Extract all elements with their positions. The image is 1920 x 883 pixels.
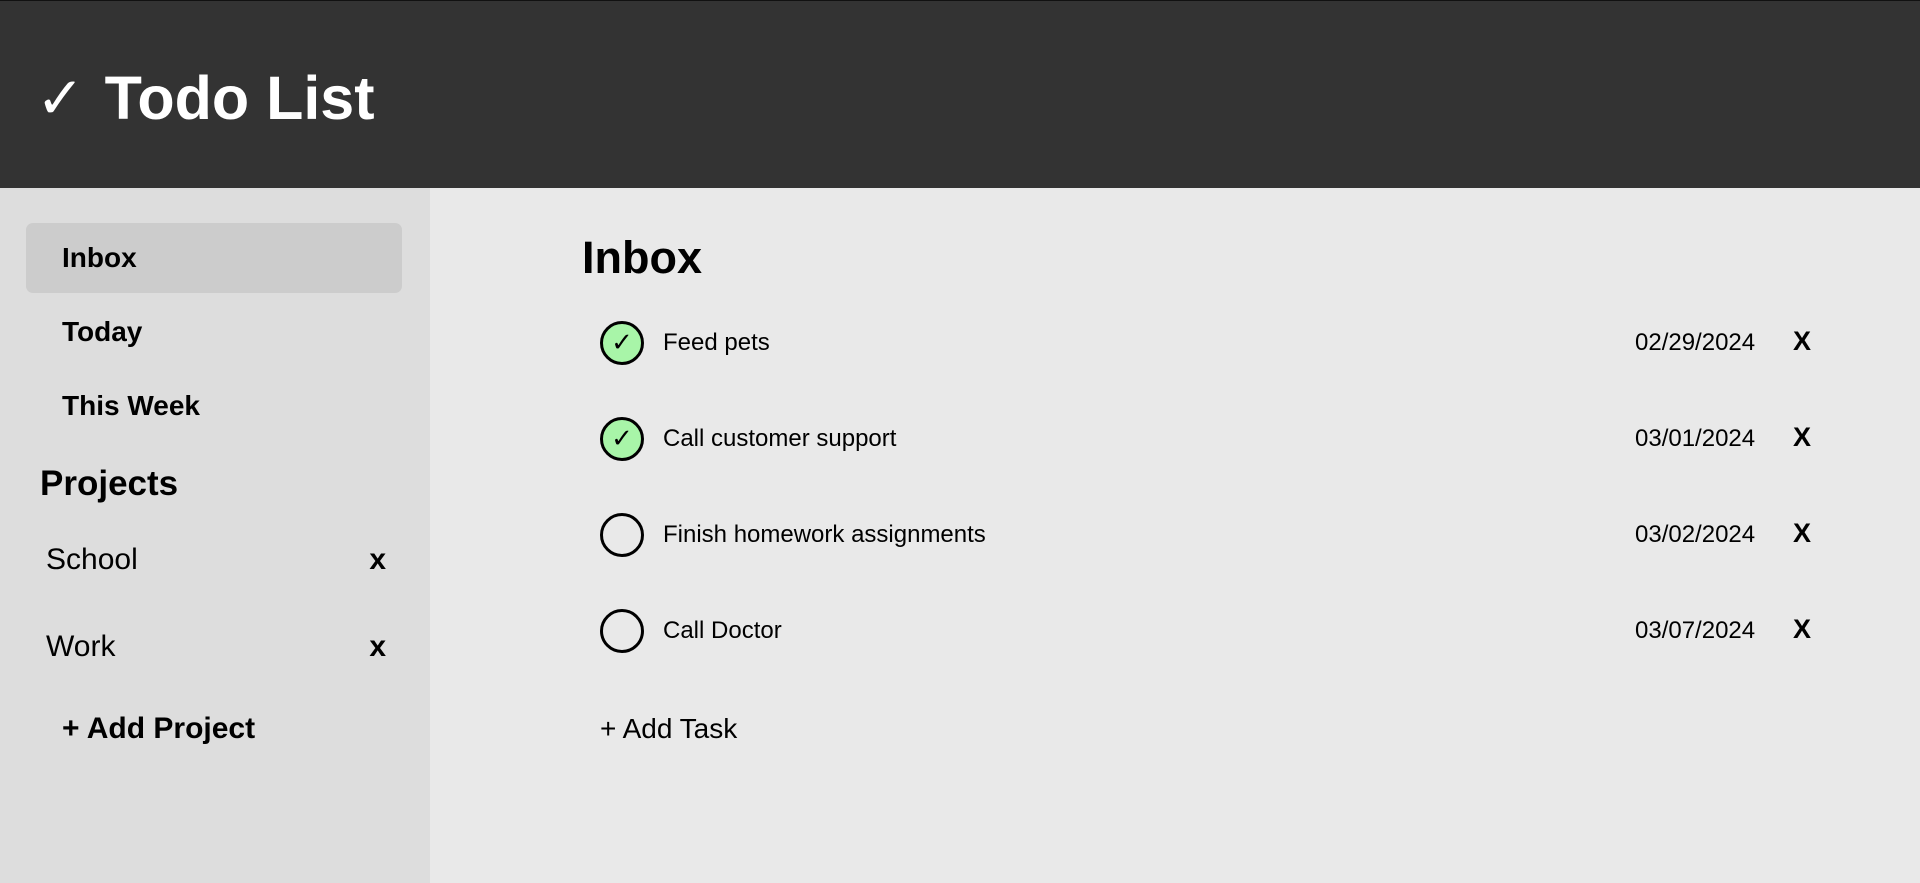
page-title: Inbox [582, 232, 702, 283]
task-checkbox[interactable]: ✓ [600, 417, 644, 461]
task-row: Finish homework assignments 03/02/2024 X [600, 513, 1811, 559]
sidebar-item-this-week[interactable]: This Week [26, 371, 402, 441]
task-checkbox[interactable] [600, 609, 644, 653]
projects-heading: Projects [40, 464, 179, 503]
delete-project-button[interactable]: x [369, 630, 386, 664]
checkmark-icon: ✓ [36, 63, 85, 132]
sidebar-item-inbox[interactable]: Inbox [26, 223, 402, 293]
add-task-button[interactable]: + Add Task [600, 713, 737, 745]
project-label: School [46, 543, 138, 576]
task-date: 03/02/2024 [1635, 521, 1756, 548]
sidebar: Inbox Today This Week Projects School x … [0, 188, 430, 883]
project-item-work[interactable]: Work x [46, 617, 386, 677]
project-label: Work [46, 630, 116, 663]
task-row: ✓ Call customer support 03/01/2024 X [600, 417, 1811, 463]
task-name: Call Doctor [663, 617, 782, 644]
delete-task-button[interactable]: X [1793, 614, 1811, 645]
delete-task-button[interactable]: X [1793, 518, 1811, 549]
app-title: ✓ Todo List [36, 63, 375, 133]
delete-project-button[interactable]: x [369, 543, 386, 577]
task-row: Call Doctor 03/07/2024 X [600, 609, 1811, 655]
app-title-text: Todo List [104, 63, 375, 132]
app-header: ✓ Todo List [0, 0, 1920, 188]
sidebar-item-today[interactable]: Today [26, 297, 402, 367]
task-row: ✓ Feed pets 02/29/2024 X [600, 321, 1811, 367]
delete-task-button[interactable]: X [1793, 326, 1811, 357]
task-checkbox[interactable] [600, 513, 644, 557]
task-date: 03/01/2024 [1635, 425, 1756, 452]
task-name: Feed pets [663, 329, 770, 356]
task-checkbox[interactable]: ✓ [600, 321, 644, 365]
delete-task-button[interactable]: X [1793, 422, 1811, 453]
task-name: Finish homework assignments [663, 521, 986, 548]
main-content: Inbox ✓ Feed pets 02/29/2024 X ✓ Call cu… [430, 188, 1920, 883]
project-item-school[interactable]: School x [46, 530, 386, 590]
task-date: 03/07/2024 [1635, 617, 1756, 644]
add-project-button[interactable]: + Add Project [62, 712, 255, 746]
task-date: 02/29/2024 [1635, 329, 1756, 356]
task-name: Call customer support [663, 425, 897, 452]
